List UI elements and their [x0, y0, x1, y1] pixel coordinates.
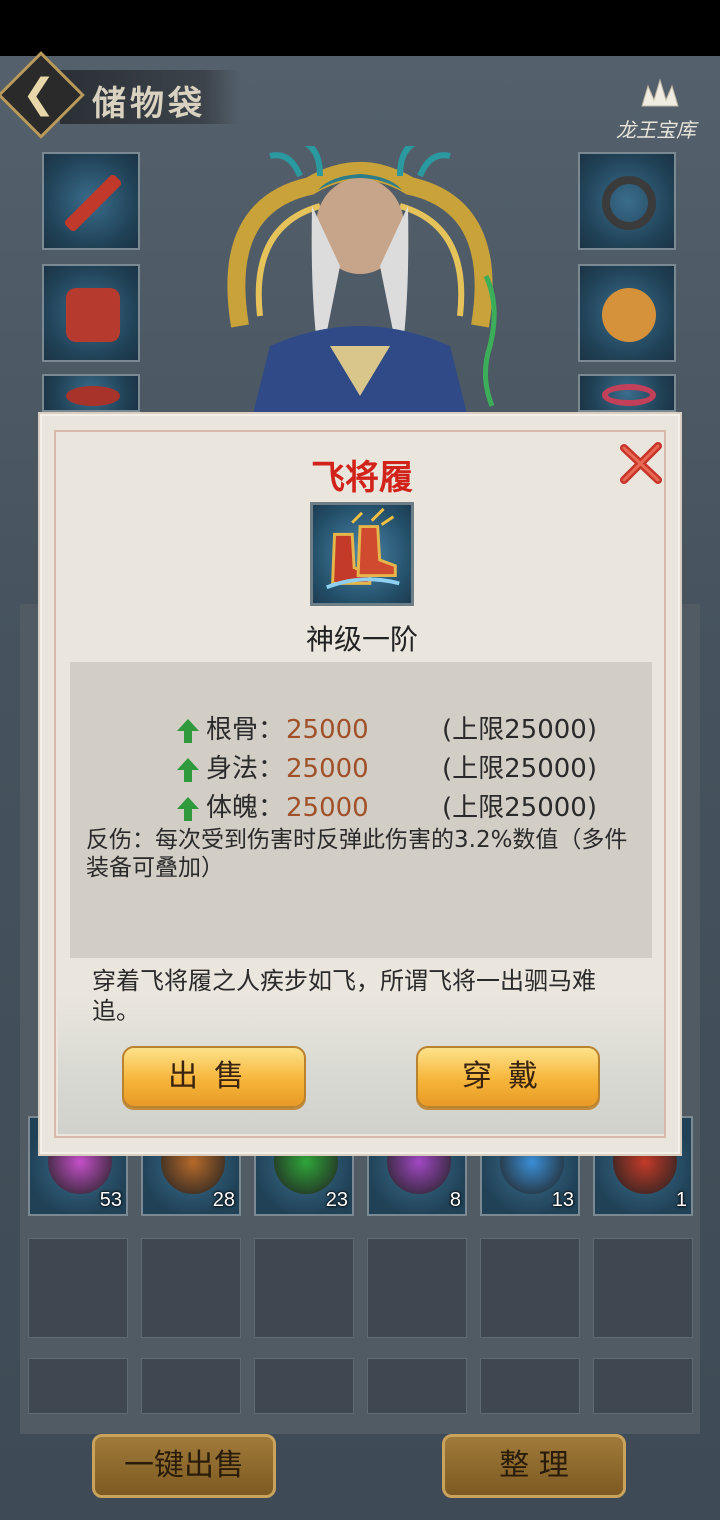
inventory-empty-slot[interactable] [254, 1358, 354, 1414]
sword-icon [63, 173, 123, 233]
stat-cap: (上限25000) [442, 793, 597, 823]
boots-icon [326, 507, 400, 590]
equip-slot-weapon[interactable] [42, 152, 140, 250]
inventory-empty-slot[interactable] [593, 1238, 693, 1338]
equip-slot-armor[interactable] [42, 264, 140, 362]
item-count: 53 [99, 1189, 122, 1211]
stat-row: 根骨： 25000 (上限25000) [176, 712, 656, 748]
inventory-empty-slot[interactable] [480, 1358, 580, 1414]
equip-slot-amulet[interactable] [578, 264, 676, 362]
sell-button[interactable]: 出售 [122, 1046, 306, 1108]
item-count: 1 [675, 1189, 687, 1211]
status-bar [0, 0, 720, 56]
dragon-crown-icon [641, 78, 679, 107]
sort-button[interactable]: 整 理 [442, 1434, 626, 1498]
item-detail-dialog: 飞将履 神级一阶 根骨： 25000 (上限25000) 身法： 25000 (… [38, 412, 682, 1156]
equip-slot-bracelet[interactable] [578, 374, 676, 412]
ring-icon [602, 176, 656, 230]
inventory-empty-slot[interactable] [367, 1238, 467, 1338]
game-logo: 龙王宝库 [610, 76, 710, 146]
stat-label: 身法： [206, 754, 285, 784]
stat-value: 25000 [286, 715, 369, 745]
stats-panel: 根骨： 25000 (上限25000) 身法： 25000 (上限25000) … [70, 662, 652, 958]
helmet-icon [66, 386, 120, 406]
inventory-empty-slot[interactable] [28, 1358, 128, 1414]
item-grade: 神级一阶 [305, 623, 418, 656]
item-effect-text: 反伤：每次受到伤害时反弹此伤害的3.2%数值（多件装备可叠加） [86, 827, 628, 881]
item-count: 23 [325, 1189, 348, 1211]
inventory-empty-slot[interactable] [367, 1358, 467, 1414]
stat-value: 25000 [286, 754, 369, 784]
item-count: 13 [551, 1189, 574, 1211]
item-flavor-text: 穿着飞将履之人疾步如飞，所谓飞将一出驷马难追。 [92, 967, 596, 1025]
up-arrow-icon [177, 797, 199, 821]
stat-row: 体魄： 25000 (上限25000) [176, 790, 656, 826]
stat-label: 体魄： [206, 793, 285, 823]
equip-button[interactable]: 穿戴 [416, 1046, 600, 1108]
equip-slot-ring[interactable] [578, 152, 676, 250]
back-arrow-icon[interactable]: ❮ [22, 74, 56, 114]
inventory-empty-slot[interactable] [254, 1238, 354, 1338]
armor-icon [66, 288, 120, 342]
stat-cap: (上限25000) [442, 754, 597, 784]
equip-slot-helmet[interactable] [42, 374, 140, 412]
item-count: 8 [449, 1189, 461, 1211]
inventory-empty-slot[interactable] [480, 1238, 580, 1338]
page-title: 储物袋 [92, 84, 206, 124]
stat-label: 根骨： [206, 715, 285, 745]
logo-text: 龙王宝库 [616, 118, 696, 142]
sell-all-button[interactable]: 一键出售 [92, 1434, 276, 1498]
item-count: 28 [212, 1189, 235, 1211]
inventory-empty-slot[interactable] [141, 1358, 241, 1414]
inventory-empty-slot[interactable] [593, 1358, 693, 1414]
item-name: 飞将履 [311, 458, 413, 498]
item-icon-frame [310, 502, 414, 606]
up-arrow-icon [177, 719, 199, 743]
bracelet-icon [602, 384, 656, 406]
inventory-empty-slot[interactable] [141, 1238, 241, 1338]
amulet-icon [602, 288, 656, 342]
stat-cap: (上限25000) [442, 715, 597, 745]
inventory-empty-slot[interactable] [28, 1238, 128, 1338]
stat-value: 25000 [286, 793, 369, 823]
stat-row: 身法： 25000 (上限25000) [176, 751, 656, 787]
up-arrow-icon [177, 758, 199, 782]
